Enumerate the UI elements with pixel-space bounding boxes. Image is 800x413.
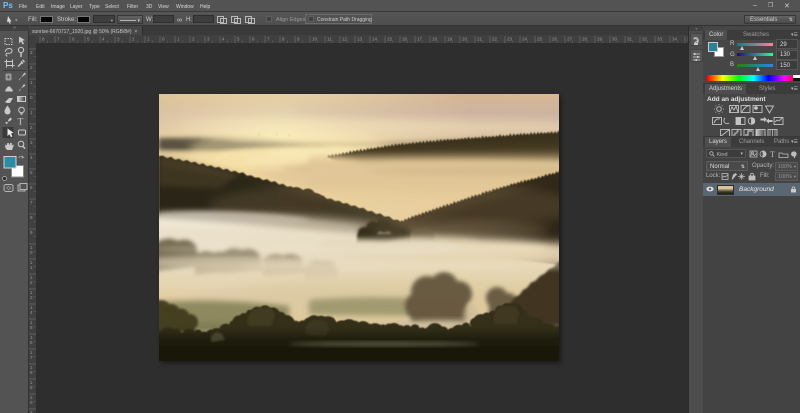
svg-text:22: 22	[492, 37, 498, 42]
svg-text:18: 18	[432, 37, 438, 42]
svg-text:13: 13	[357, 37, 363, 42]
svg-text:12: 12	[342, 37, 348, 42]
svg-text:24: 24	[522, 37, 528, 42]
svg-text:10: 10	[312, 37, 318, 42]
svg-text:19: 19	[447, 37, 453, 42]
svg-text:T: T	[18, 118, 24, 128]
svg-text:33: 33	[657, 37, 663, 42]
svg-text:21: 21	[477, 37, 483, 42]
svg-text:32: 32	[642, 37, 648, 42]
svg-text:27: 27	[567, 37, 573, 42]
svg-text:34: 34	[672, 37, 678, 42]
svg-text:17: 17	[417, 37, 423, 42]
svg-text:16: 16	[402, 37, 408, 42]
svg-text:26: 26	[552, 37, 558, 42]
svg-text:30: 30	[612, 37, 618, 42]
svg-text:T: T	[770, 150, 775, 158]
svg-text:28: 28	[582, 37, 588, 42]
svg-text:15: 15	[387, 37, 393, 42]
svg-text:25: 25	[537, 37, 543, 42]
svg-text:11: 11	[327, 37, 332, 42]
svg-text:31: 31	[627, 37, 633, 42]
svg-text:20: 20	[462, 37, 468, 42]
svg-text:14: 14	[372, 37, 378, 42]
svg-text:29: 29	[597, 37, 603, 42]
svg-text:23: 23	[507, 37, 513, 42]
